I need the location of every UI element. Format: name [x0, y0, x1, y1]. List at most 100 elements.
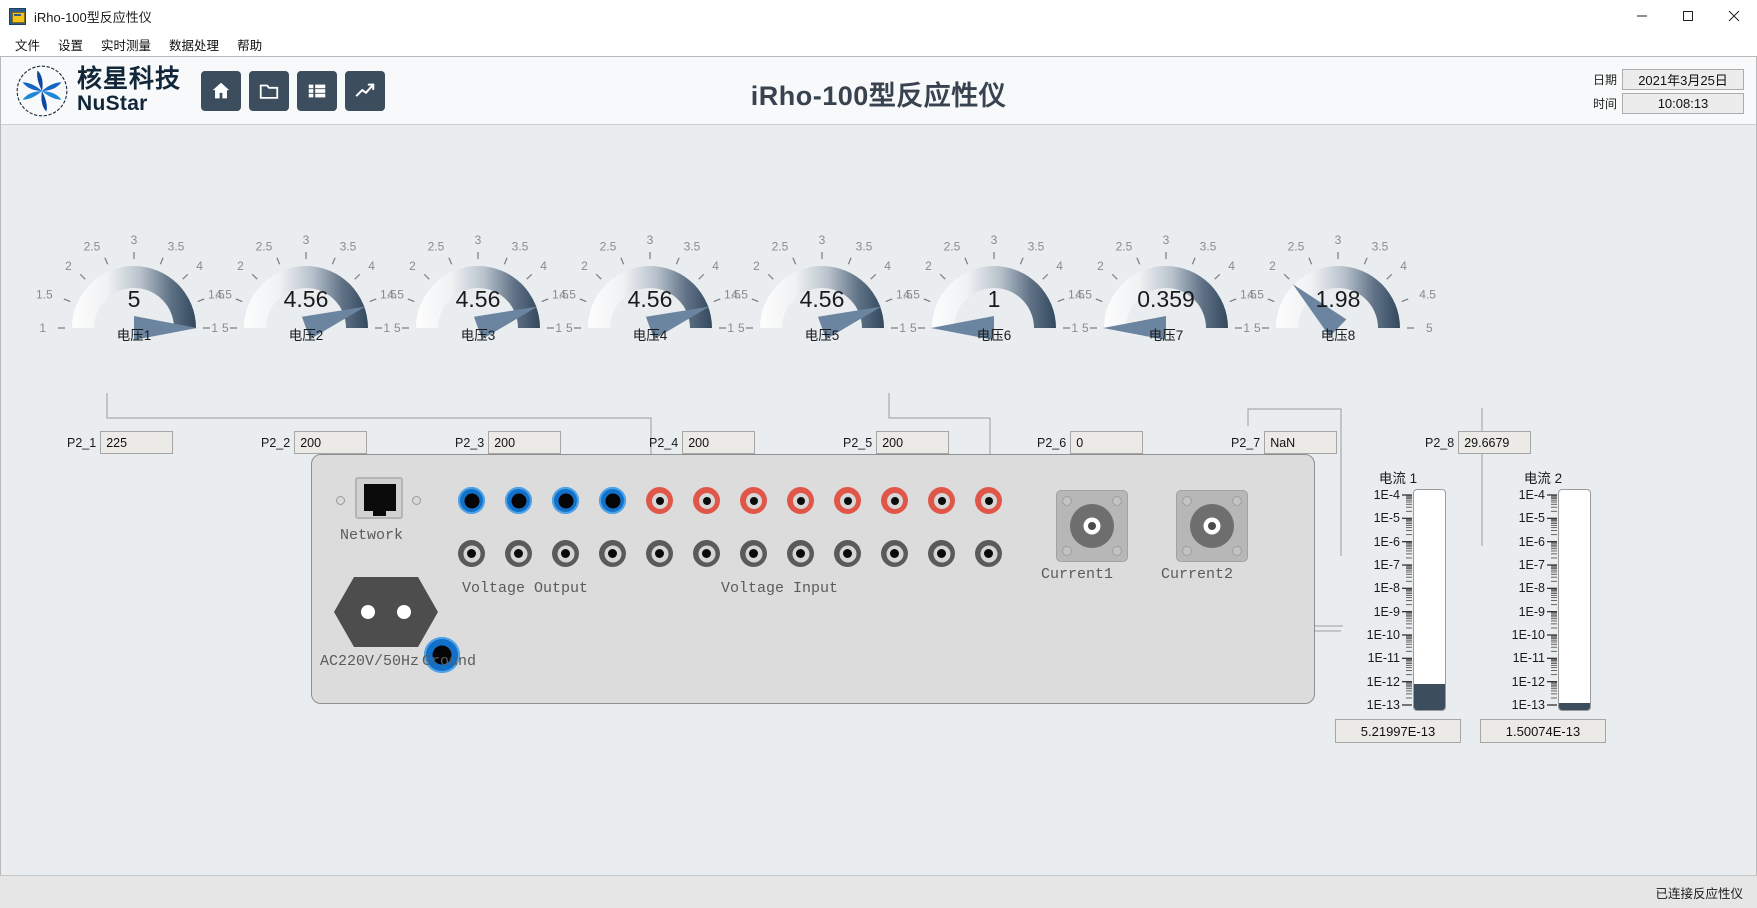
svg-text:3: 3: [1163, 233, 1170, 247]
voltage-output-jack-blue-3[interactable]: [552, 487, 579, 514]
window-title: iRho-100型反应性仪: [34, 9, 152, 25]
p2-field-6-label: P2_6: [1037, 435, 1067, 450]
menu-item-file[interactable]: 文件: [6, 33, 49, 56]
meter-1-tick-1E-10: 1E-10: [1366, 628, 1400, 642]
meter-1-tick-1E-5: 1E-5: [1373, 511, 1400, 526]
gauge-4-label: 电压4: [632, 328, 668, 343]
gauge-8-label: 电压8: [1320, 328, 1356, 343]
voltage-input-jack-12[interactable]: [975, 540, 1002, 567]
close-button[interactable]: [1711, 0, 1757, 33]
voltage-input-jack-9[interactable]: [834, 540, 861, 567]
voltage-input-jack-1[interactable]: [458, 540, 485, 567]
minimize-button[interactable]: [1619, 0, 1665, 33]
voltage-output-jack-blue-4[interactable]: [599, 487, 626, 514]
date-label: 日期: [1592, 73, 1617, 87]
gauge-5-label: 电压5: [804, 328, 840, 343]
menu-item-settings[interactable]: 设置: [49, 33, 92, 56]
p2-field-4-input[interactable]: 200: [682, 431, 756, 454]
meter-1-tick-1E-9: 1E-9: [1373, 604, 1400, 619]
network-jack[interactable]: [355, 477, 403, 519]
network-label: Network: [340, 527, 404, 544]
p2-field-2: P2_2 200: [261, 431, 368, 454]
instrument-panel: Network AC220V/50Hz Ground Voltage Outpu…: [311, 454, 1315, 704]
svg-text:2.5: 2.5: [1116, 240, 1133, 254]
svg-text:2: 2: [409, 259, 416, 273]
toolbar-table-button[interactable]: [297, 70, 338, 111]
svg-text:2: 2: [237, 259, 244, 273]
meter-1-tick-1E-6: 1E-6: [1373, 534, 1400, 549]
current1-connector[interactable]: [1056, 490, 1128, 562]
meter-1-tick-1E-7: 1E-7: [1373, 558, 1400, 572]
gauge-8-value: 1.98: [1315, 286, 1361, 312]
svg-text:3.5: 3.5: [1372, 240, 1389, 254]
current2-label: Current2: [1161, 566, 1234, 583]
voltage-output-jack-blue-2[interactable]: [505, 487, 532, 514]
meter-2-tick-1E-6: 1E-6: [1518, 534, 1545, 549]
voltage-input-jack-2[interactable]: [505, 540, 532, 567]
p2-field-6-input[interactable]: 0: [1070, 431, 1144, 454]
voltage-input-jack-8[interactable]: [787, 540, 814, 567]
p2-field-1: P2_1 225: [67, 431, 174, 454]
p2-field-7-label: P2_7: [1231, 435, 1261, 450]
meter-1-title: 电流 1: [1378, 471, 1418, 486]
application-window: iRho-100型反应性仪 文件 设置 实时测量 数据处理 帮助 核星科技 Nu…: [0, 0, 1757, 908]
app-header: 核星科技 NuStar iRho-100型反应性仪 日期 2021年3月25日 …: [1, 57, 1756, 125]
p2-field-2-label: P2_2: [261, 435, 291, 450]
menu-item-data-processing[interactable]: 数据处理: [160, 33, 228, 56]
voltage-input-jack-3[interactable]: [552, 540, 579, 567]
svg-text:2.5: 2.5: [256, 240, 273, 254]
p2-field-5-input[interactable]: 200: [876, 431, 950, 454]
voltage-output-jack-red-2[interactable]: [693, 487, 720, 514]
voltage-input-jack-5[interactable]: [646, 540, 673, 567]
gauge-1-label: 电压1: [116, 328, 152, 343]
window-titlebar: iRho-100型反应性仪: [0, 0, 1757, 33]
meter-2-body: 1E-4 1E-5 1E-6 1E-7 1E-8 1E-9 1E-10 1E-11 1E-12 1…: [1483, 488, 1603, 712]
ac-power-connector[interactable]: [332, 575, 440, 649]
voltage-input-jack-7[interactable]: [740, 540, 767, 567]
voltage-output-jack-red-3[interactable]: [740, 487, 767, 514]
voltage-output-jack-red-1[interactable]: [646, 487, 673, 514]
meter-1-tick-1E-13: 1E-13: [1366, 698, 1400, 712]
voltage-input-jack-10[interactable]: [881, 540, 908, 567]
meter-2-title: 电流 2: [1523, 471, 1563, 486]
meter-2-tick-labels: 1E-4 1E-5 1E-6 1E-7 1E-8 1E-9 1E-10 1E-11 1E-12 1…: [1483, 488, 1545, 712]
svg-text:2: 2: [925, 259, 932, 273]
menu-item-help[interactable]: 帮助: [228, 33, 271, 56]
voltage-output-jack-blue-1[interactable]: [458, 487, 485, 514]
voltage-output-jack-red-5[interactable]: [834, 487, 861, 514]
meter-1-tick-1E-8: 1E-8: [1373, 581, 1400, 596]
toolbar-folder-button[interactable]: [249, 70, 290, 111]
menu-item-realtime-measure[interactable]: 实时测量: [92, 33, 160, 56]
current2-connector[interactable]: [1176, 490, 1248, 562]
svg-text:3.5: 3.5: [684, 240, 701, 254]
gauge-2: 1 1.5 2 2.5 3 3.5 4 4.5 5 4.56 电压2: [206, 228, 406, 358]
toolbar-home-button[interactable]: [201, 70, 242, 111]
meter-2-scale: [1547, 494, 1557, 706]
list-icon: [308, 84, 326, 97]
svg-text:2: 2: [65, 259, 72, 273]
p2-field-4: P2_4 200: [649, 431, 756, 454]
svg-text:3.5: 3.5: [168, 240, 185, 254]
network-screw-left: [336, 496, 345, 505]
voltage-input-jack-11[interactable]: [928, 540, 955, 567]
maximize-button[interactable]: [1665, 0, 1711, 33]
brand-text: 核星科技 NuStar: [77, 67, 181, 114]
voltage-output-jack-red-7[interactable]: [928, 487, 955, 514]
voltage-input-jack-6[interactable]: [693, 540, 720, 567]
voltage-output-jack-red-6[interactable]: [881, 487, 908, 514]
voltage-output-jack-red-4[interactable]: [787, 487, 814, 514]
p2-field-7-input[interactable]: NaN: [1264, 431, 1338, 454]
p2-field-3-input[interactable]: 200: [488, 431, 562, 454]
gauge-6-label: 电压6: [976, 328, 1012, 343]
p2-field-7: P2_7 NaN: [1231, 431, 1338, 454]
voltage-output-jack-red-8[interactable]: [975, 487, 1002, 514]
p2-field-8-input[interactable]: 29.6679: [1458, 431, 1532, 454]
p2-field-2-input[interactable]: 200: [294, 431, 368, 454]
gauge-8: 1 1.5 2 2.5 3 3.5 4 4.5 5 1.98 电压8: [1238, 228, 1438, 358]
toolbar-chart-button[interactable]: [345, 70, 386, 111]
p2-field-1-input[interactable]: 225: [100, 431, 174, 454]
meter-2-tick-1E-13: 1E-13: [1511, 698, 1545, 712]
voltage-input-jack-4[interactable]: [599, 540, 626, 567]
meter-2-value: 1.50074E-13: [1480, 719, 1606, 743]
gauge-4: 1 1.5 2 2.5 3 3.5 4 4.5 5 4.56 电压4: [550, 228, 750, 358]
